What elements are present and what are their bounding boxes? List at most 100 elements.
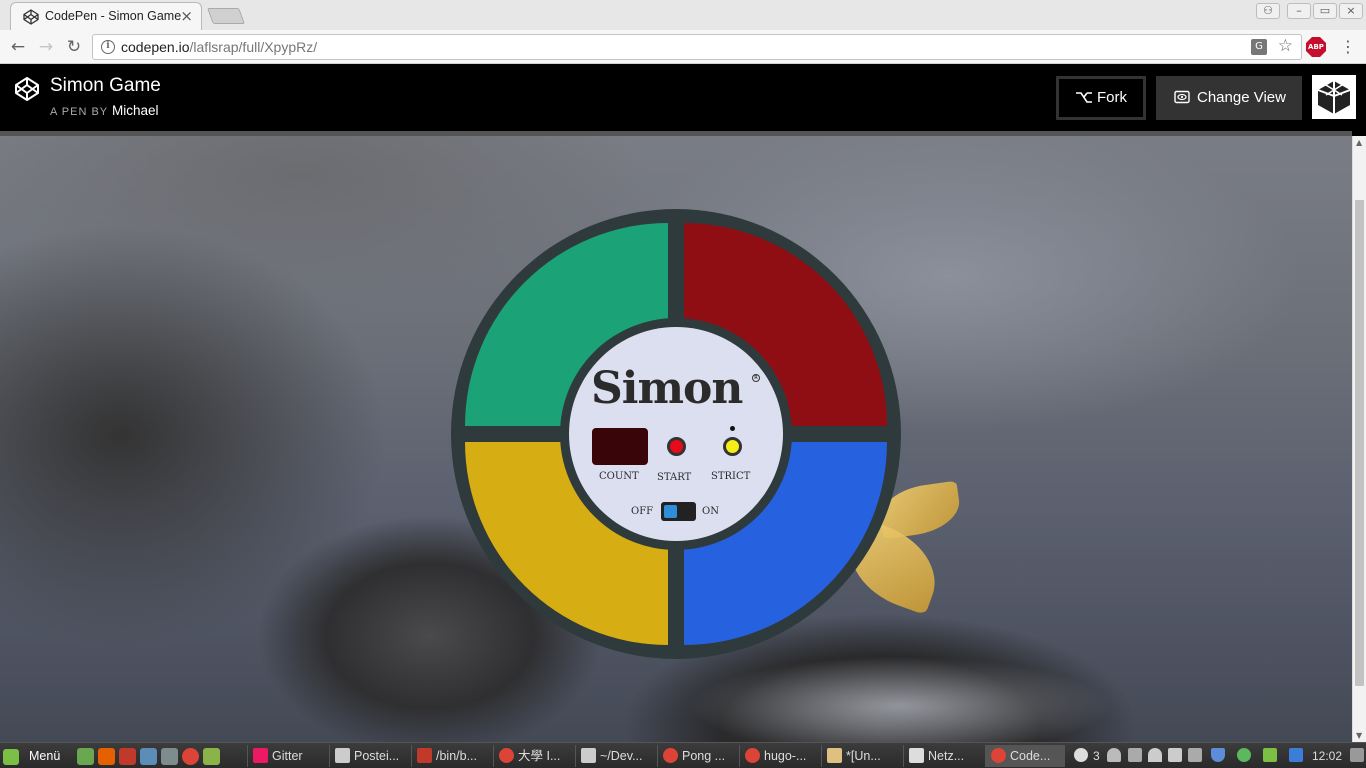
task-label: 大學 I... bbox=[518, 749, 561, 763]
tab-codepen[interactable]: CodePen - Simon Game × bbox=[10, 2, 202, 30]
off-label: OFF bbox=[631, 506, 654, 517]
volume-icon[interactable] bbox=[1168, 748, 1182, 762]
simon-board: Simon R COUNT START STRICT OFF ON bbox=[451, 209, 901, 659]
pen-preview: Simon R COUNT START STRICT OFF ON bbox=[0, 136, 1352, 742]
on-label: ON bbox=[702, 506, 719, 517]
chrome-icon bbox=[991, 748, 1006, 763]
task-editor[interactable]: ~/Dev... bbox=[575, 745, 655, 767]
updates-manager-icon[interactable] bbox=[1263, 748, 1277, 762]
reload-icon[interactable]: ↻ bbox=[63, 36, 85, 58]
clipboard-icon[interactable] bbox=[1128, 748, 1142, 762]
clock[interactable]: 12:02 bbox=[1312, 747, 1342, 765]
task-label: /bin/b... bbox=[436, 749, 477, 763]
address-bar[interactable]: i codepen.io/laflsrap/full/XpypRz/ G ☆ bbox=[92, 34, 1302, 60]
tab-close-icon[interactable]: × bbox=[180, 7, 193, 25]
eye-icon bbox=[1174, 90, 1190, 104]
start-menu-button[interactable]: Menü bbox=[3, 746, 60, 766]
battery-icon[interactable] bbox=[1188, 748, 1202, 762]
task-label: ~/Dev... bbox=[600, 749, 643, 763]
scroll-up-icon[interactable]: ▲ bbox=[1356, 138, 1362, 147]
notification-count: 3 bbox=[1093, 749, 1100, 763]
task-text-editor[interactable]: *[Un... bbox=[821, 745, 901, 767]
count-label: COUNT bbox=[599, 471, 639, 482]
codepen-favicon-icon bbox=[23, 9, 39, 25]
task-mail[interactable]: Postei... bbox=[329, 745, 409, 767]
fork-label: Fork bbox=[1097, 89, 1127, 106]
strict-button[interactable] bbox=[723, 437, 742, 456]
count-display bbox=[592, 428, 648, 465]
simon-logo: Simon bbox=[591, 363, 743, 414]
task-gitter[interactable]: Gitter bbox=[247, 745, 327, 767]
os-taskbar: Menü Gitter Postei... /bin/b... 大學 I... … bbox=[0, 742, 1366, 768]
pen-author-link[interactable]: Michael bbox=[112, 103, 159, 118]
minimize-button[interactable]: – bbox=[1287, 3, 1311, 19]
strict-led bbox=[730, 426, 735, 431]
text-editor-icon bbox=[827, 748, 842, 763]
shield-icon[interactable] bbox=[1211, 748, 1225, 762]
user-icon[interactable] bbox=[1107, 748, 1121, 762]
app-launcher-icon[interactable] bbox=[119, 748, 136, 765]
scroll-down-icon[interactable]: ▼ bbox=[1356, 731, 1362, 740]
firefox-icon[interactable] bbox=[98, 748, 115, 765]
user-avatar[interactable] bbox=[1312, 75, 1356, 119]
gitter-icon bbox=[253, 748, 268, 763]
files-icon[interactable] bbox=[203, 748, 220, 765]
bookmark-star-icon[interactable]: ☆ bbox=[1278, 36, 1293, 56]
task-label: Pong ... bbox=[682, 749, 726, 763]
task-chrome-2[interactable]: Pong ... bbox=[657, 745, 737, 767]
task-label: Code... bbox=[1010, 749, 1051, 763]
page-scrollbar[interactable]: ▲ ▼ bbox=[1352, 136, 1366, 742]
back-arrow-icon[interactable]: ← bbox=[7, 36, 29, 58]
browser-toolbar: ← → ↻ i codepen.io/laflsrap/full/XpypRz/… bbox=[0, 30, 1366, 64]
url-text[interactable]: codepen.io/laflsrap/full/XpypRz/ bbox=[121, 39, 317, 55]
scroll-thumb[interactable] bbox=[1355, 200, 1364, 686]
update-icon[interactable] bbox=[1237, 748, 1251, 762]
adblock-plus-icon[interactable]: ABP bbox=[1306, 37, 1326, 57]
app-launcher-icon[interactable] bbox=[140, 748, 157, 765]
maximize-button[interactable]: ▭ bbox=[1313, 3, 1337, 19]
bluetooth-icon[interactable] bbox=[1289, 748, 1303, 762]
notification-icon[interactable] bbox=[1074, 748, 1088, 762]
browser-menu-icon[interactable]: ⋮ bbox=[1340, 38, 1356, 58]
control-panel-face: Simon R COUNT START STRICT OFF ON bbox=[569, 327, 783, 541]
task-terminal[interactable]: /bin/b... bbox=[411, 745, 491, 767]
chrome-icon bbox=[745, 748, 760, 763]
task-network[interactable]: Netz... bbox=[903, 745, 983, 767]
show-desktop-icon[interactable] bbox=[77, 748, 94, 765]
power-switch-knob[interactable] bbox=[664, 505, 677, 518]
pen-byline: A PEN BY Michael bbox=[50, 103, 159, 118]
wifi-icon[interactable] bbox=[1148, 748, 1162, 762]
show-desktop-corner-icon[interactable] bbox=[1350, 748, 1364, 762]
profile-icon[interactable]: ⚇ bbox=[1256, 3, 1280, 19]
new-tab-button[interactable] bbox=[207, 8, 245, 24]
info-icon[interactable]: i bbox=[101, 40, 115, 54]
forward-arrow-icon[interactable]: → bbox=[35, 36, 57, 58]
app-launcher-icon[interactable] bbox=[161, 748, 178, 765]
browser-tabstrip: CodePen - Simon Game × ⚇ – ▭ × bbox=[0, 0, 1366, 30]
fork-button[interactable]: Fork bbox=[1056, 76, 1146, 120]
codepen-header: Simon Game A PEN BY Michael Fork Change … bbox=[0, 65, 1366, 131]
chrome-icon bbox=[499, 748, 514, 763]
chrome-icon[interactable] bbox=[182, 748, 199, 765]
url-domain: codepen.io bbox=[121, 39, 190, 55]
change-view-label: Change View bbox=[1197, 89, 1286, 106]
avatar-cube-icon bbox=[1317, 81, 1351, 114]
pen-by-label: A PEN BY bbox=[50, 106, 108, 118]
task-chrome-1[interactable]: 大學 I... bbox=[493, 745, 573, 767]
control-panel: Simon R COUNT START STRICT OFF ON bbox=[560, 318, 792, 550]
registered-mark-icon: R bbox=[752, 374, 760, 382]
translate-icon[interactable]: G bbox=[1251, 39, 1267, 55]
change-view-button[interactable]: Change View bbox=[1156, 76, 1302, 120]
start-button[interactable] bbox=[667, 437, 686, 456]
network-icon bbox=[909, 748, 924, 763]
editor-icon bbox=[581, 748, 596, 763]
task-label: Netz... bbox=[928, 749, 965, 763]
codepen-logo-icon[interactable] bbox=[14, 76, 40, 102]
power-switch[interactable] bbox=[661, 502, 696, 521]
fork-icon bbox=[1076, 92, 1092, 103]
close-window-button[interactable]: × bbox=[1339, 3, 1363, 19]
task-codepen[interactable]: Code... bbox=[985, 745, 1065, 767]
mail-icon bbox=[335, 748, 350, 763]
start-label: START bbox=[657, 472, 692, 483]
task-chrome-3[interactable]: hugo-... bbox=[739, 745, 819, 767]
